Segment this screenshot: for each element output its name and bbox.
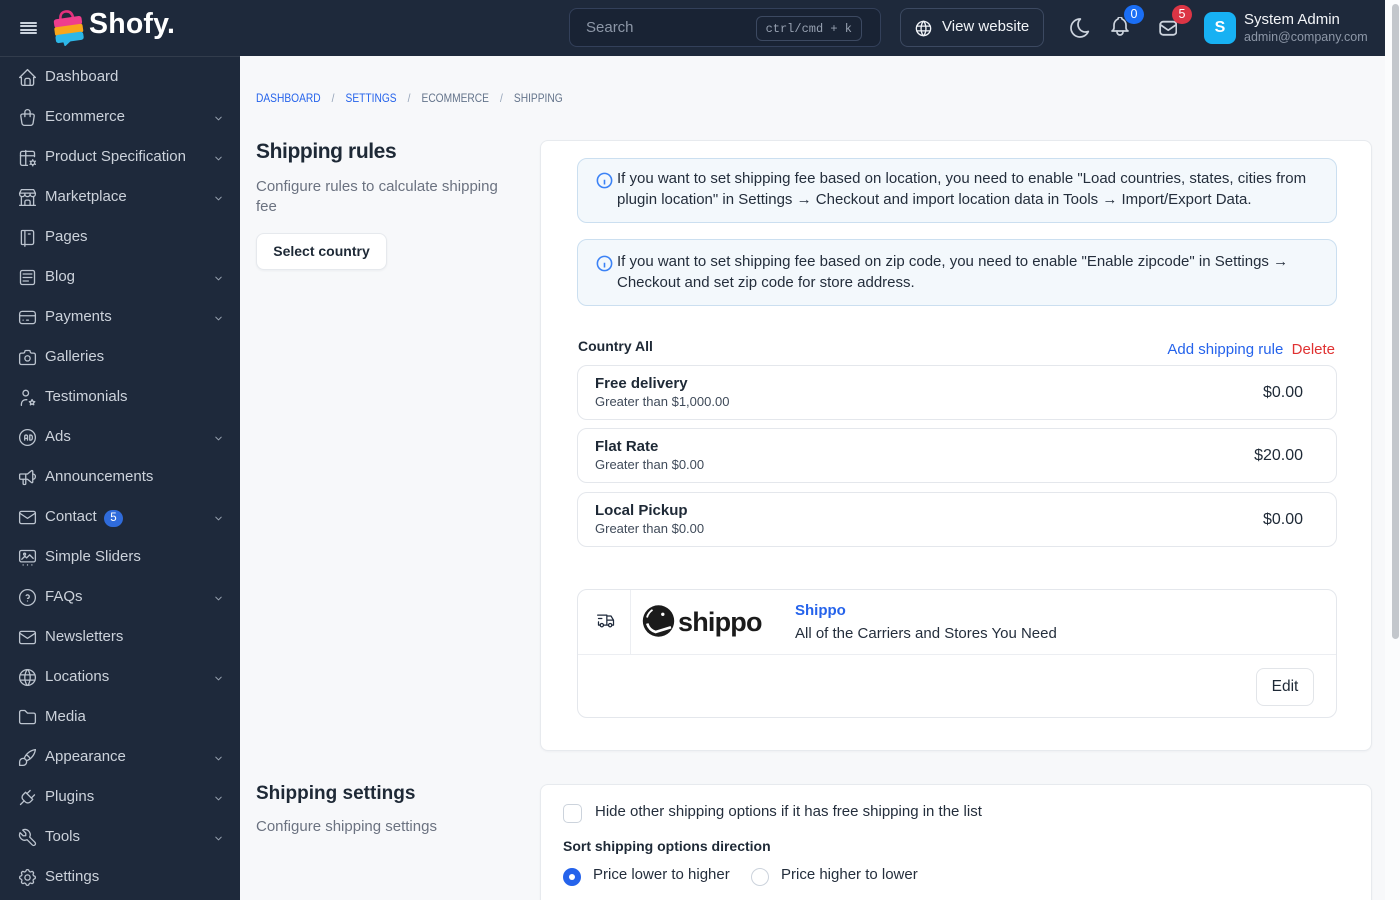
svg-text:shippo: shippo bbox=[678, 607, 762, 637]
